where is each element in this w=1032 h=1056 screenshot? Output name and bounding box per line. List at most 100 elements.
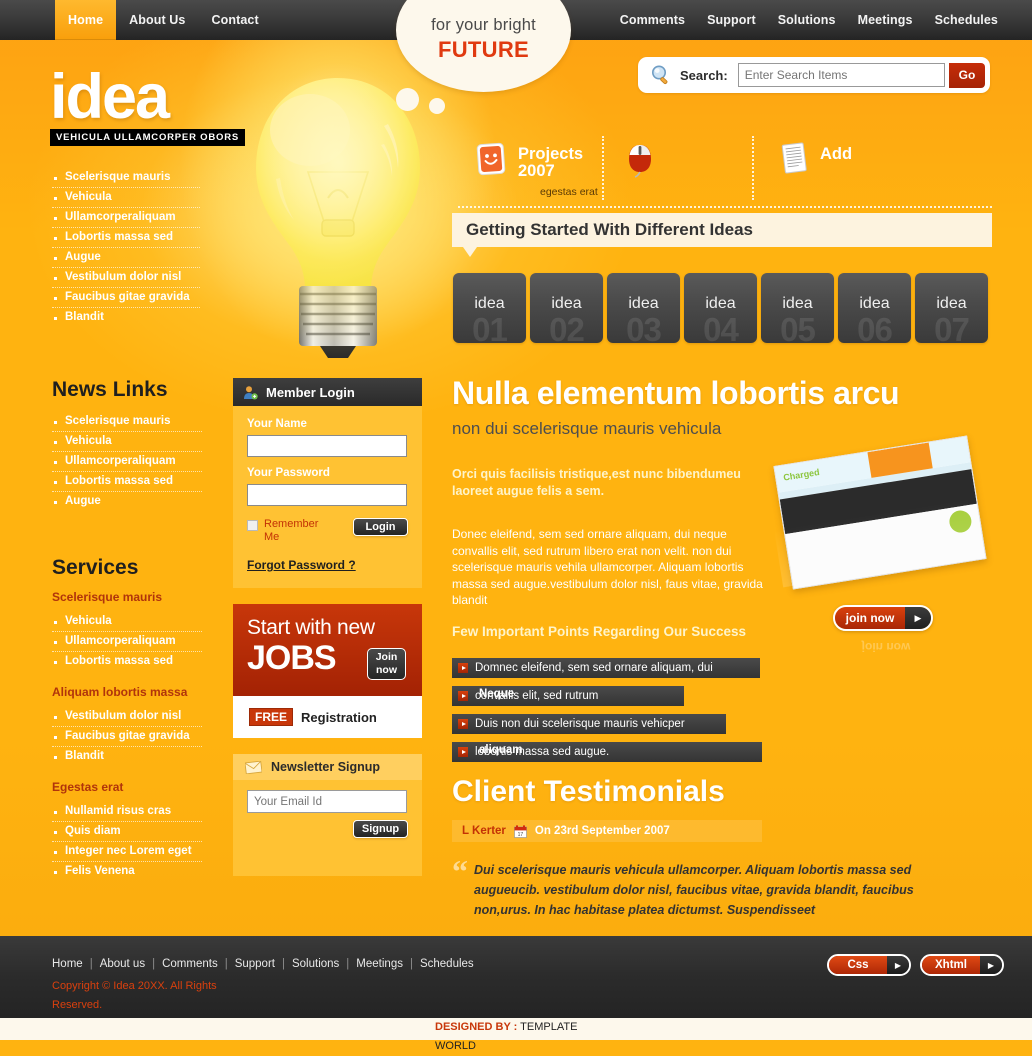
footer-link-solutions[interactable]: Solutions <box>292 958 339 970</box>
primary-nav-left: Home About Us Contact <box>55 0 272 40</box>
password-input[interactable] <box>247 484 407 506</box>
services-group-heading: Aliquam lobortis massa <box>52 685 188 699</box>
nav-item-support[interactable]: Support <box>696 0 767 40</box>
idea-thumbnail[interactable]: 05 idea <box>761 273 834 343</box>
login-button[interactable]: Login <box>353 518 408 536</box>
newsletter-signup-button[interactable]: Signup <box>353 820 408 838</box>
footer-link-comments[interactable]: Comments <box>162 958 218 970</box>
news-link-item[interactable]: Scelerisque mauris <box>52 412 202 432</box>
feature-mouse[interactable] <box>604 132 754 206</box>
idea-thumbnail[interactable]: 07 idea <box>915 273 988 343</box>
username-input[interactable] <box>247 435 407 457</box>
idea-thumbnail[interactable]: 04 idea <box>684 273 757 343</box>
nav-item-solutions[interactable]: Solutions <box>767 0 847 40</box>
newsletter-body: Signup <box>233 780 422 838</box>
left-menu-item[interactable]: Faucibus gitae gravida <box>52 288 200 308</box>
jobs-join-line-2: now <box>376 664 397 676</box>
xhtml-button-arrow-icon: ▶ <box>980 956 1002 974</box>
footer-link-about-us[interactable]: About us <box>100 958 145 970</box>
service-item[interactable]: Quis diam <box>52 822 202 842</box>
services-group-heading: Egestas erat <box>52 780 124 794</box>
nav-item-meetings[interactable]: Meetings <box>847 0 924 40</box>
newsletter-email-input[interactable] <box>247 790 407 813</box>
remember-me-row: Remember Me Login <box>247 518 408 544</box>
service-item[interactable]: Felis Venena <box>52 862 202 881</box>
point-bar: Domnec eleifend, sem sed ornare aliquam,… <box>452 658 760 678</box>
nav-item-schedules[interactable]: Schedules <box>924 0 1009 40</box>
news-link-item[interactable]: Vehicula <box>52 432 202 452</box>
point-row[interactable]: Domnec eleifend, sem sed ornare aliquam,… <box>452 658 782 682</box>
left-menu-item[interactable]: Scelerisque mauris <box>52 168 200 188</box>
testimonial-author: L Kerter <box>462 825 506 837</box>
search-bar: Search: Go <box>638 57 990 93</box>
page-root: Home About Us Contact Comments Support S… <box>0 0 1032 1056</box>
left-menu-item[interactable]: Augue <box>52 248 200 268</box>
services-title: Services <box>52 556 139 579</box>
service-item[interactable]: Faucibus gitae gravida <box>52 727 202 747</box>
footer-separator: | <box>224 958 228 970</box>
nav-item-about-us[interactable]: About Us <box>116 0 198 40</box>
point-overflow-text: aliquam <box>479 744 523 756</box>
service-item[interactable]: Vestibulum dolor nisl <box>52 707 202 727</box>
service-item[interactable]: Integer nec Lorem eget <box>52 842 202 862</box>
bubble-dot-large <box>396 88 419 111</box>
feature-projects-title: Projects 2007 <box>518 145 584 180</box>
footer-link-home[interactable]: Home <box>52 958 83 970</box>
idea-thumbnail-number: 05 <box>780 311 816 343</box>
footer-link-schedules[interactable]: Schedules <box>420 958 474 970</box>
feature-add[interactable]: Add <box>754 132 852 206</box>
forgot-password-link[interactable]: Forgot Password ? <box>247 558 408 572</box>
footer-link-meetings[interactable]: Meetings <box>356 958 403 970</box>
service-item[interactable]: Lobortis massa sed <box>52 652 202 671</box>
service-item[interactable]: Ullamcorperaliquam <box>52 632 202 652</box>
preview-logo: Charged <box>782 467 821 483</box>
news-link-item[interactable]: Lobortis massa sed <box>52 472 202 492</box>
point-text: Domnec eleifend, sem sed ornare aliquam,… <box>475 662 713 674</box>
left-menu-item[interactable]: Blandit <box>52 308 200 327</box>
point-row[interactable]: Duis non dui scelerisque mauris vehicper <box>452 714 782 738</box>
search-go-button[interactable]: Go <box>949 62 985 88</box>
left-menu-item[interactable]: Vestibulum dolor nisl <box>52 268 200 288</box>
point-row[interactable]: lobortis massa sed augue. aliquam <box>452 742 782 766</box>
left-menu-item[interactable]: Vehicula <box>52 188 200 208</box>
join-now-button[interactable]: join now ▶ <box>833 605 933 631</box>
template-label: TEMPLATE <box>520 1021 578 1033</box>
css-validator-button[interactable]: Css ▶ <box>827 954 911 976</box>
point-bar: Duis non dui scelerisque mauris vehicper <box>452 714 726 734</box>
search-input[interactable] <box>737 63 945 87</box>
nav-item-home[interactable]: Home <box>55 0 117 40</box>
free-registration-bar[interactable]: FREE Registration <box>233 696 422 738</box>
service-item[interactable]: Vehicula <box>52 612 202 632</box>
idea-thumbnail[interactable]: 03 idea <box>607 273 680 343</box>
tagline-line-2: FUTURE <box>437 37 529 62</box>
footer-link-support[interactable]: Support <box>235 958 275 970</box>
left-menu-item[interactable]: Lobortis massa sed <box>52 228 200 248</box>
getting-started-pointer <box>463 247 477 257</box>
idea-thumbnail[interactable]: 02 idea <box>530 273 603 343</box>
service-item[interactable]: Nullamid risus cras <box>52 802 202 822</box>
points-heading: Few Important Points Regarding Our Succe… <box>452 624 747 639</box>
idea-thumbnail[interactable]: 06 idea <box>838 273 911 343</box>
site-logo[interactable]: idea VEHICULA ULLAMCORPER OBORS <box>50 66 246 146</box>
idea-thumbnail-number: 07 <box>934 311 970 343</box>
services-group-heading: Scelerisque mauris <box>52 590 163 604</box>
jobs-promo-banner: Start with new JOBS Join now <box>233 604 422 696</box>
feature-add-title: Add <box>820 145 853 163</box>
news-link-item[interactable]: Ullamcorperaliquam <box>52 452 202 472</box>
remember-me-checkbox[interactable] <box>247 520 258 531</box>
jobs-join-now-button[interactable]: Join now <box>367 648 406 680</box>
xhtml-validator-button[interactable]: Xhtml ▶ <box>920 954 1004 976</box>
news-link-item[interactable]: Augue <box>52 492 202 511</box>
idea-thumbnail-number: 01 <box>472 311 508 343</box>
left-menu-item[interactable]: Ullamcorperaliquam <box>52 208 200 228</box>
newsletter-panel: Newsletter Signup Signup <box>233 754 422 876</box>
logo-tagline: VEHICULA ULLAMCORPER OBORS <box>50 129 246 146</box>
service-item[interactable]: Blandit <box>52 747 202 766</box>
idea-thumbnail-number: 03 <box>626 311 662 343</box>
idea-thumbnail[interactable]: 01 idea <box>453 273 526 343</box>
nav-item-comments[interactable]: Comments <box>609 0 696 40</box>
idea-thumbnail-label: idea <box>936 295 967 312</box>
nav-item-contact[interactable]: Contact <box>199 0 272 40</box>
point-row[interactable]: convallis elit, sed rutrum Neque <box>452 686 782 710</box>
feature-projects[interactable]: Projects 2007 egestas erat <box>458 132 604 206</box>
